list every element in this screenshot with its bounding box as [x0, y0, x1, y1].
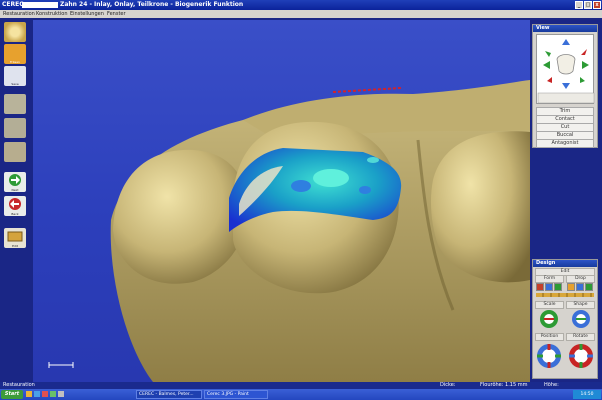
edit-tool-button[interactable]: Edit	[4, 228, 26, 248]
edit-icon	[7, 231, 23, 242]
menu-bar: Restauration Konstruktion Einstellungen …	[0, 10, 602, 18]
view-panel-title: View	[533, 25, 597, 32]
next-button[interactable]: Next	[4, 172, 26, 192]
menu-restauration[interactable]: Restauration	[3, 10, 35, 18]
status-hoehe: Höhe:	[544, 382, 559, 388]
next-arrow-icon	[9, 174, 21, 186]
shape-dial-icon	[572, 310, 590, 328]
form-tab[interactable]: Form	[535, 275, 564, 283]
minimize-button[interactable]: _	[575, 1, 583, 9]
menu-konstruktion[interactable]: Konstruktion	[36, 10, 68, 18]
maximize-button[interactable]: □	[584, 1, 592, 9]
form-tools	[536, 283, 562, 291]
back-button[interactable]: Back	[4, 196, 26, 216]
title-bar: CEREC Zahn 24 - Inlay, Onlay, Teilkrone …	[0, 0, 602, 10]
orientation-arrows-icon	[537, 39, 595, 104]
form-tool-3-icon[interactable]	[554, 283, 562, 291]
system-clock: 14:50	[573, 390, 601, 399]
save-tool-button[interactable]: Save	[4, 66, 26, 86]
cerec-window: CEREC Zahn 24 - Inlay, Onlay, Teilkrone …	[0, 0, 602, 400]
taskbar-cerec[interactable]: CEREC - Balmes, Peter...	[136, 390, 202, 399]
status-bar: Restauration Dicke: Flouröhe: 1.15 mm Hö…	[0, 382, 602, 389]
brush-strength-selector[interactable]	[536, 293, 594, 297]
design-panel: Design Edit Form Drop Scale Shape Positi…	[532, 259, 598, 379]
patient-name-field	[22, 2, 58, 8]
position-label: Position	[535, 333, 564, 341]
design-panel-title: Design	[533, 260, 597, 267]
drop-tool-3-icon[interactable]	[585, 283, 593, 291]
margin-tool-button[interactable]	[4, 142, 26, 162]
drop-tool-2-icon[interactable]	[576, 283, 584, 291]
open-tool-button[interactable]: Fräsen	[4, 44, 26, 64]
view-panel: View Trim Contact Cut Buccal Antagonist	[532, 24, 598, 148]
taskbar: Start CEREC - Balmes, Peter... Cerec 3.J…	[0, 389, 602, 400]
3d-viewport[interactable]	[33, 20, 530, 382]
form-tool-2-icon[interactable]	[545, 283, 553, 291]
back-label: Back	[11, 212, 19, 216]
save-icon: Save	[11, 82, 19, 86]
next-label: Next	[11, 188, 19, 192]
quicklaunch-app-icon[interactable]	[50, 391, 56, 397]
menu-fenster[interactable]: Fenster	[107, 10, 126, 18]
preparation-tool-button[interactable]	[4, 118, 26, 138]
quick-launch	[26, 391, 64, 397]
quicklaunch-ie-icon[interactable]	[26, 391, 32, 397]
quicklaunch-extra-icon[interactable]	[58, 391, 64, 397]
start-button[interactable]: Start	[1, 390, 23, 399]
status-dicke: Dicke:	[440, 382, 456, 388]
edit-label: Edit	[12, 244, 18, 248]
close-button[interactable]: x	[593, 1, 601, 9]
menu-einstellungen[interactable]: Einstellungen	[70, 10, 104, 18]
drop-tools	[567, 283, 593, 291]
scale-dial-icon	[540, 310, 558, 328]
position-rotate-controls	[537, 344, 593, 368]
drop-tool-1-icon[interactable]	[567, 283, 575, 291]
quicklaunch-desktop-icon[interactable]	[34, 391, 40, 397]
form-tool-1-icon[interactable]	[536, 283, 544, 291]
status-mode: Restauration	[3, 382, 35, 388]
restoration-tool-button[interactable]	[4, 22, 26, 42]
quicklaunch-media-icon[interactable]	[42, 391, 48, 397]
status-flaeche: Flouröhe: 1.15 mm	[480, 382, 528, 388]
left-toolbar: Fräsen Save Next Back Edit	[0, 18, 30, 378]
document-title: Zahn 24 - Inlay, Onlay, Teilkrone - Biog…	[60, 1, 244, 8]
position-dial-icon	[537, 344, 561, 368]
rotate-label: Rotate	[566, 333, 595, 341]
taskbar-paint[interactable]: Cerec 3.JPG - Paint	[204, 390, 268, 399]
folder-icon: Fräsen	[10, 60, 20, 64]
view-orientation-cube[interactable]	[536, 34, 595, 104]
tooth-model-render[interactable]	[33, 20, 530, 382]
back-arrow-icon	[9, 198, 21, 210]
app-title: CEREC	[2, 1, 24, 8]
drop-tab[interactable]: Drop	[566, 275, 595, 283]
analyze-tool-button[interactable]	[4, 94, 26, 114]
antagonist-button[interactable]: Antagonist	[536, 139, 594, 148]
scale-shape-controls	[540, 310, 590, 328]
rotate-dial-icon	[569, 344, 593, 368]
